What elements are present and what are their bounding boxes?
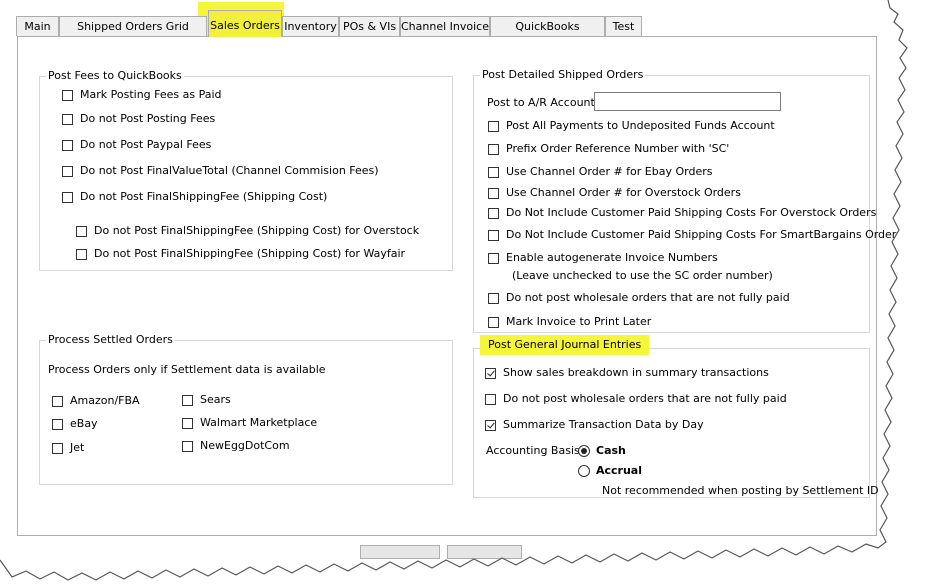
checkbox-label: Do Not Include Customer Paid Shipping Co… — [506, 206, 877, 219]
sears-checkbox[interactable] — [182, 395, 193, 406]
post-detailed-group: Post Detailed Shipped Orders Post to A/R… — [473, 68, 902, 333]
checkbox-label: Sears — [200, 393, 231, 406]
exclude-shipping-smartbargains-checkbox[interactable] — [488, 230, 499, 241]
checkbox-label: Do not post wholesale orders that are no… — [503, 392, 787, 405]
process-settled-note: Process Orders only if Settlement data i… — [48, 363, 326, 376]
cash-label: Cash — [596, 444, 626, 457]
newegg-checkbox[interactable] — [182, 441, 193, 452]
sales-orders-panel: Post Fees to QuickBooks Mark Posting Fee… — [17, 36, 902, 536]
tab-inventory[interactable]: Inventory — [282, 16, 339, 36]
post-detailed-title: Post Detailed Shipped Orders — [480, 68, 646, 81]
process-settled-title: Process Settled Orders — [46, 333, 175, 346]
no-post-posting-fees-checkbox[interactable] — [62, 114, 73, 125]
tab-pos-vis[interactable]: POs & VIs — [339, 16, 400, 36]
summarize-by-day-checkbox[interactable] — [485, 420, 496, 431]
tab-strip: Main Shipped Orders Grid Columns Sales O… — [16, 2, 876, 52]
accounting-basis-label: Accounting Basis — [486, 444, 580, 457]
mark-posting-fees-paid-checkbox[interactable] — [62, 90, 73, 101]
post-fees-title: Post Fees to QuickBooks — [46, 69, 184, 82]
no-post-finalvaluetotal-checkbox[interactable] — [62, 166, 73, 177]
tab-main[interactable]: Main — [16, 16, 59, 36]
checkbox-label: Do not Post FinalShippingFee (Shipping C… — [94, 224, 420, 237]
amazon-fba-checkbox[interactable] — [52, 396, 63, 407]
accrual-note: Not recommended when posting by Settleme… — [602, 484, 879, 497]
no-post-wholesale-journal-checkbox[interactable] — [485, 394, 496, 405]
checkbox-label: Post All Payments to Undeposited Funds A… — [506, 119, 775, 132]
accrual-radio[interactable] — [578, 465, 590, 477]
ar-account-label: Post to A/R Account: — [487, 96, 599, 109]
journal-entries-group: Post General Journal Entries Show sales … — [473, 335, 879, 498]
checkbox-label: Mark Invoice to Print Later — [506, 315, 652, 328]
jet-checkbox[interactable] — [52, 443, 63, 454]
channel-order-overstock-checkbox[interactable] — [488, 188, 499, 199]
checkbox-label: Prefix Order Reference Number with 'SC' — [506, 142, 730, 155]
checkbox-label: eBay — [70, 417, 98, 430]
checkbox-label: Use Channel Order # for Overstock Orders — [506, 186, 741, 199]
cash-radio[interactable] — [578, 445, 590, 457]
no-post-finalshippingfee-checkbox[interactable] — [62, 192, 73, 203]
checkbox-label: Summarize Transaction Data by Day — [503, 418, 704, 431]
checkbox-label: Do not Post Paypal Fees — [80, 138, 212, 151]
checkbox-label: Do not Post Posting Fees — [80, 112, 216, 125]
checkbox-label: Do Not Include Customer Paid Shipping Co… — [506, 228, 903, 241]
no-post-shippingfee-wayfair-checkbox[interactable] — [76, 249, 87, 260]
checkbox-label: Walmart Marketplace — [200, 416, 318, 429]
journal-entries-title: Post General Journal Entries — [480, 335, 650, 355]
process-settled-group: Process Settled Orders Process Orders on… — [39, 333, 453, 485]
no-post-shippingfee-overstock-checkbox[interactable] — [76, 226, 87, 237]
channel-order-ebay-checkbox[interactable] — [488, 167, 499, 178]
walmart-marketplace-checkbox[interactable] — [182, 418, 193, 429]
bottom-button[interactable] — [447, 545, 522, 559]
autogenerate-invoice-checkbox[interactable] — [488, 253, 499, 264]
tab-channel-invoice[interactable]: Channel Invoice — [400, 16, 490, 36]
checkbox-label: Amazon/FBA — [70, 394, 140, 407]
checkbox-label: Use Channel Order # for Ebay Orders — [506, 165, 713, 178]
bottom-button[interactable] — [360, 545, 440, 559]
autogenerate-note: (Leave unchecked to use the SC order num… — [512, 269, 773, 282]
no-post-wholesale-detailed-checkbox[interactable] — [488, 293, 499, 304]
ar-account-input[interactable] — [594, 92, 781, 111]
exclude-shipping-overstock-checkbox[interactable] — [488, 208, 499, 219]
show-sales-breakdown-checkbox[interactable] — [485, 368, 496, 379]
print-later-checkbox[interactable] — [488, 317, 499, 328]
accrual-label: Accrual — [596, 464, 643, 477]
checkbox-label: Mark Posting Fees as Paid — [80, 88, 222, 101]
checkbox-label: Enable autogenerate Invoice Numbers — [506, 251, 718, 264]
no-post-paypal-fees-checkbox[interactable] — [62, 140, 73, 151]
post-undeposited-funds-checkbox[interactable] — [488, 121, 499, 132]
prefix-sc-checkbox[interactable] — [488, 144, 499, 155]
tab-test[interactable]: Test — [605, 16, 642, 36]
ebay-checkbox[interactable] — [52, 419, 63, 430]
tab-sales-orders[interactable]: Sales Orders — [208, 10, 282, 37]
checkbox-label: Do not Post FinalValueTotal (Channel Com… — [80, 164, 379, 177]
checkbox-label: Do not Post FinalShippingFee (Shipping C… — [94, 247, 406, 260]
tab-shipped-orders-grid-columns[interactable]: Shipped Orders Grid Columns — [59, 16, 207, 52]
checkbox-label: Do not post wholesale orders that are no… — [506, 291, 790, 304]
tab-quickbooks-features[interactable]: QuickBooks Features — [490, 16, 605, 52]
checkbox-label: Do not Post FinalShippingFee (Shipping C… — [80, 190, 328, 203]
checkbox-label: NewEggDotCom — [200, 439, 290, 452]
checkbox-label: Jet — [70, 441, 85, 454]
post-fees-group: Post Fees to QuickBooks Mark Posting Fee… — [39, 69, 453, 271]
checkbox-label: Show sales breakdown in summary transact… — [503, 366, 769, 379]
